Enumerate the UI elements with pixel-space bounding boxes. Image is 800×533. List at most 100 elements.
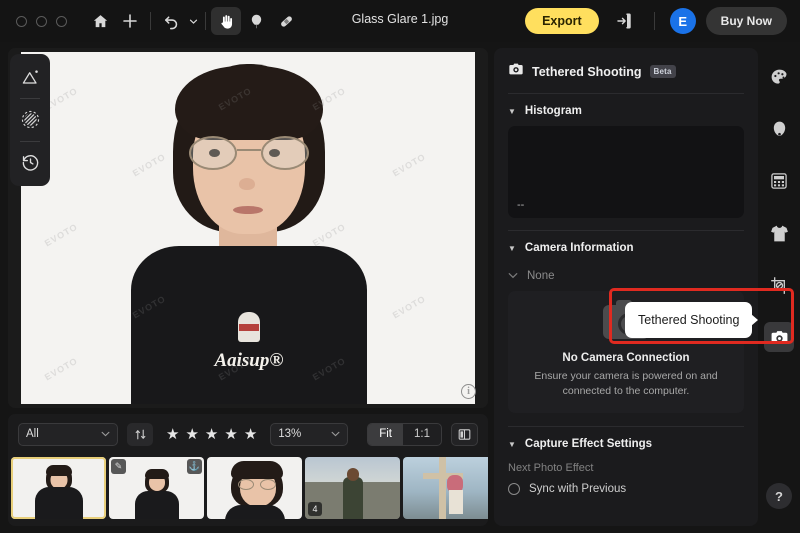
left-tool-rail: [10, 54, 50, 186]
window-controls[interactable]: [16, 15, 67, 27]
chevron-down-icon: [508, 272, 518, 281]
rail-divider-1: [20, 98, 40, 100]
glasses-lens-left: [189, 136, 237, 170]
zoom-select[interactable]: 13%: [270, 422, 349, 446]
subject-glasses: [189, 136, 309, 170]
clothing-icon[interactable]: [764, 218, 794, 248]
right-panel: Tethered Shooting Beta ▼ Histogram -- ▼ …: [494, 48, 758, 526]
watermark: EVOTO: [390, 293, 428, 321]
fit-button[interactable]: Fit: [368, 423, 403, 445]
watermark: EVOTO: [42, 355, 80, 383]
export-badge-icon: ⚓: [187, 459, 202, 474]
top-toolbar: Glass Glare 1.jpg Export E Buy Now: [0, 0, 800, 42]
capture-effect-section-header[interactable]: ▼ Capture Effect Settings: [494, 427, 758, 459]
minimize-window-button[interactable]: [36, 15, 47, 27]
filmstrip-toolbar: All ★ ★ ★ ★ ★ 13% Fit 1:1: [8, 414, 488, 454]
toolbar-divider-2: [205, 12, 206, 30]
palette-icon[interactable]: [764, 62, 794, 92]
histogram-chart: --: [508, 126, 744, 218]
watermark: EVOTO: [390, 151, 428, 179]
maximize-window-button[interactable]: [56, 15, 67, 27]
camera-icon: [508, 61, 524, 82]
history-icon[interactable]: [15, 147, 45, 177]
rating-star-1[interactable]: ★: [166, 427, 179, 442]
hand-tool-icon[interactable]: [211, 7, 241, 35]
bandage-tool-icon[interactable]: [271, 7, 301, 35]
chevron-down-icon[interactable]: [186, 7, 200, 35]
photo-image: Aaisup® EVOTO EVOTO EVOTO EVOTO EVOTO EV…: [21, 52, 475, 404]
rating-star-5[interactable]: ★: [244, 427, 257, 442]
camera-info-label: Camera Information: [524, 242, 634, 254]
subject-mouth: [233, 206, 263, 214]
page-title: Tethered Shooting: [532, 64, 642, 79]
home-icon[interactable]: [85, 7, 115, 35]
sync-with-previous-radio[interactable]: Sync with Previous: [494, 481, 758, 497]
compare-view-icon[interactable]: [451, 422, 478, 446]
zoom-mode-segmented[interactable]: Fit 1:1: [367, 422, 442, 446]
undo-icon[interactable]: [156, 7, 186, 35]
subject-fringe: [175, 66, 323, 140]
triangle-down-icon: ▼: [508, 243, 516, 253]
rating-star-3[interactable]: ★: [205, 427, 218, 442]
histogram-label: Histogram: [524, 105, 582, 117]
sync-with-previous-label: Sync with Previous: [529, 483, 627, 495]
crop-icon[interactable]: [764, 270, 794, 300]
selection-brush-icon[interactable]: [15, 105, 45, 135]
next-photo-effect-label: Next Photo Effect: [508, 462, 594, 474]
help-button[interactable]: ?: [766, 483, 792, 509]
list-item[interactable]: [403, 457, 488, 519]
toolbar-divider-1: [150, 12, 151, 30]
export-button[interactable]: Export: [525, 8, 599, 34]
ai-enhance-icon[interactable]: [15, 63, 45, 93]
filter-select[interactable]: All: [18, 422, 118, 446]
subject-nose: [239, 178, 255, 190]
tooltip: Tethered Shooting: [625, 302, 759, 338]
chevron-down-icon: [101, 430, 110, 439]
canvas-area[interactable]: Aaisup® EVOTO EVOTO EVOTO EVOTO EVOTO EV…: [8, 48, 488, 408]
filmstrip[interactable]: ✎ ⚓ 4: [8, 454, 488, 526]
camera-select-row[interactable]: None: [494, 263, 758, 291]
one-to-one-button[interactable]: 1:1: [403, 424, 441, 445]
tethered-camera-icon[interactable]: [764, 322, 794, 352]
list-item[interactable]: ✎ ⚓: [109, 457, 204, 519]
info-icon[interactable]: i: [461, 384, 476, 399]
no-camera-title: No Camera Connection: [562, 351, 690, 364]
camera-select-value: None: [527, 270, 555, 282]
list-item[interactable]: 4: [305, 457, 400, 519]
retouch-tool-icon[interactable]: [241, 7, 271, 35]
capture-effect-label: Capture Effect Settings: [524, 438, 653, 450]
glasses-bridge: [237, 149, 261, 151]
share-export-icon[interactable]: [609, 7, 639, 35]
toolbar-divider-3: [653, 12, 655, 30]
watermark: EVOTO: [42, 221, 80, 249]
rating-stars[interactable]: ★ ★ ★ ★ ★: [166, 427, 257, 442]
panel-header: Tethered Shooting Beta: [494, 48, 758, 93]
topbar-actions: Export E Buy Now: [525, 7, 787, 35]
camera-info-section-header[interactable]: ▼ Camera Information: [494, 231, 758, 263]
avatar[interactable]: E: [669, 8, 696, 34]
sort-icon[interactable]: [127, 422, 153, 446]
triangle-down-icon: ▼: [508, 439, 516, 449]
background-grid-icon[interactable]: [764, 166, 794, 196]
zoom-value: 13%: [278, 428, 302, 440]
app-window: Glass Glare 1.jpg Export E Buy Now Aaisu…: [0, 0, 800, 533]
right-icon-rail: [758, 48, 800, 526]
beta-badge: Beta: [649, 65, 676, 78]
rail-divider-2: [20, 140, 40, 142]
chevron-down-icon: [331, 430, 340, 439]
rating-star-4[interactable]: ★: [224, 427, 237, 442]
rating-star-2[interactable]: ★: [185, 427, 198, 442]
radio-icon: [508, 483, 520, 495]
shirt-graphic: [238, 312, 260, 342]
plus-icon[interactable]: [115, 7, 145, 35]
histogram-section-header[interactable]: ▼ Histogram: [494, 94, 758, 126]
face-retouch-icon[interactable]: [764, 114, 794, 144]
list-item[interactable]: [207, 457, 302, 519]
list-item[interactable]: [11, 457, 106, 519]
histogram-empty-value: --: [517, 199, 525, 211]
filter-value: All: [26, 428, 39, 440]
close-window-button[interactable]: [16, 15, 27, 27]
no-camera-description: Ensure your camera is powered on and con…: [534, 369, 718, 397]
thumb-number: 4: [308, 502, 322, 516]
buy-now-button[interactable]: Buy Now: [705, 7, 787, 35]
